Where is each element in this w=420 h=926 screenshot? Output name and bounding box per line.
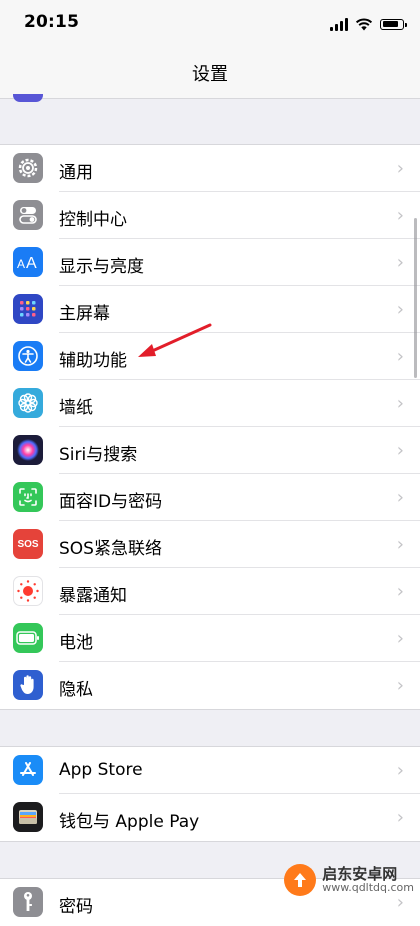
settings-row-control-center[interactable]: 控制中心 › [0, 192, 420, 239]
chevron-right-icon: › [396, 346, 404, 367]
battery-status-icon [380, 18, 407, 30]
settings-row-label: 密码 [59, 897, 93, 917]
status-icons [330, 14, 407, 34]
settings-row-label: SOS紧急联络 [59, 539, 162, 559]
flower-icon [13, 388, 43, 418]
chevron-right-icon: › [396, 675, 404, 696]
sos-icon: SOS [13, 529, 43, 559]
app-store-icon [13, 755, 43, 785]
chevron-right-icon: › [396, 628, 404, 649]
settings-row-app-store[interactable]: App Store › [0, 747, 420, 794]
settings-row-label: 隐私 [59, 680, 93, 700]
watermark-logo-icon [284, 864, 317, 896]
hand-icon [13, 670, 43, 700]
partially-scrolled-icon [13, 94, 43, 102]
settings-row-label: 墙纸 [59, 398, 93, 418]
settings-row-label: 主屏幕 [59, 304, 110, 324]
chevron-right-icon: › [396, 299, 404, 320]
status-time: 20:15 [24, 12, 80, 32]
settings-group-main: 通用 › 控制中心 › AA 显示与亮度 › 主屏幕 › 辅助功能 › 墙纸 ›… [0, 144, 420, 710]
chevron-right-icon: › [396, 393, 404, 414]
watermark: 启东安卓网 www.qdltdq.com [284, 864, 414, 896]
settings-row-label: 电池 [59, 633, 93, 653]
settings-row-home-screen[interactable]: 主屏幕 › [0, 286, 420, 333]
scroll-indicator[interactable] [414, 218, 417, 378]
settings-row-wallet[interactable]: 钱包与 Apple Pay › [0, 794, 420, 841]
chevron-right-icon: › [396, 158, 404, 179]
settings-row-label: Siri与搜索 [59, 445, 138, 465]
settings-group-store: App Store › 钱包与 Apple Pay › [0, 746, 420, 842]
settings-row-label: 面容ID与密码 [59, 492, 163, 512]
settings-row-general[interactable]: 通用 › [0, 145, 420, 192]
wifi-icon [355, 18, 373, 30]
chevron-right-icon: › [396, 487, 404, 508]
battery-icon [13, 623, 43, 653]
settings-row-face-id[interactable]: 面容ID与密码 › [0, 474, 420, 521]
text-size-icon: AA [13, 247, 43, 277]
accessibility-icon [13, 341, 43, 371]
svg-text:A: A [26, 255, 37, 270]
chevron-right-icon: › [396, 534, 404, 555]
watermark-title: 启东安卓网 [322, 864, 398, 883]
chevron-right-icon: › [396, 581, 404, 602]
page-title: 设置 [192, 64, 228, 85]
cellular-signal-icon [330, 17, 348, 31]
chevron-right-icon: › [396, 760, 404, 781]
watermark-url: www.qdltdq.com [322, 881, 414, 895]
home-grid-icon [13, 294, 43, 324]
settings-row-label: 辅助功能 [59, 351, 127, 371]
face-id-icon [13, 482, 43, 512]
wallet-icon [13, 802, 43, 832]
settings-row-privacy[interactable]: 隐私 › [0, 662, 420, 709]
settings-row-label: App Store [59, 760, 143, 780]
settings-row-siri-search[interactable]: Siri与搜索 › [0, 427, 420, 474]
nav-bar: 设置 [0, 46, 420, 102]
gear-icon [13, 153, 43, 183]
siri-icon [13, 435, 43, 465]
settings-row-display[interactable]: AA 显示与亮度 › [0, 239, 420, 286]
exposure-icon [13, 576, 43, 606]
settings-row-wallpaper[interactable]: 墙纸 › [0, 380, 420, 427]
chevron-right-icon: › [396, 205, 404, 226]
chevron-right-icon: › [396, 252, 404, 273]
settings-row-exposure-notifications[interactable]: 暴露通知 › [0, 568, 420, 615]
settings-row-sos[interactable]: SOS SOS紧急联络 › [0, 521, 420, 568]
settings-row-label: 控制中心 [59, 210, 127, 230]
chevron-right-icon: › [396, 440, 404, 461]
svg-text:A: A [17, 257, 25, 270]
chevron-right-icon: › [396, 807, 404, 828]
sos-icon-text: SOS [17, 538, 39, 550]
settings-row-label: 暴露通知 [59, 586, 127, 606]
settings-row-label: 钱包与 Apple Pay [59, 812, 200, 832]
settings-row-accessibility[interactable]: 辅助功能 › [0, 333, 420, 380]
toggles-icon [13, 200, 43, 230]
settings-row-label: 显示与亮度 [59, 257, 144, 277]
settings-row-battery[interactable]: 电池 › [0, 615, 420, 662]
status-bar: 20:15 [0, 0, 420, 46]
settings-row-label: 通用 [59, 163, 93, 183]
key-icon [13, 887, 43, 917]
